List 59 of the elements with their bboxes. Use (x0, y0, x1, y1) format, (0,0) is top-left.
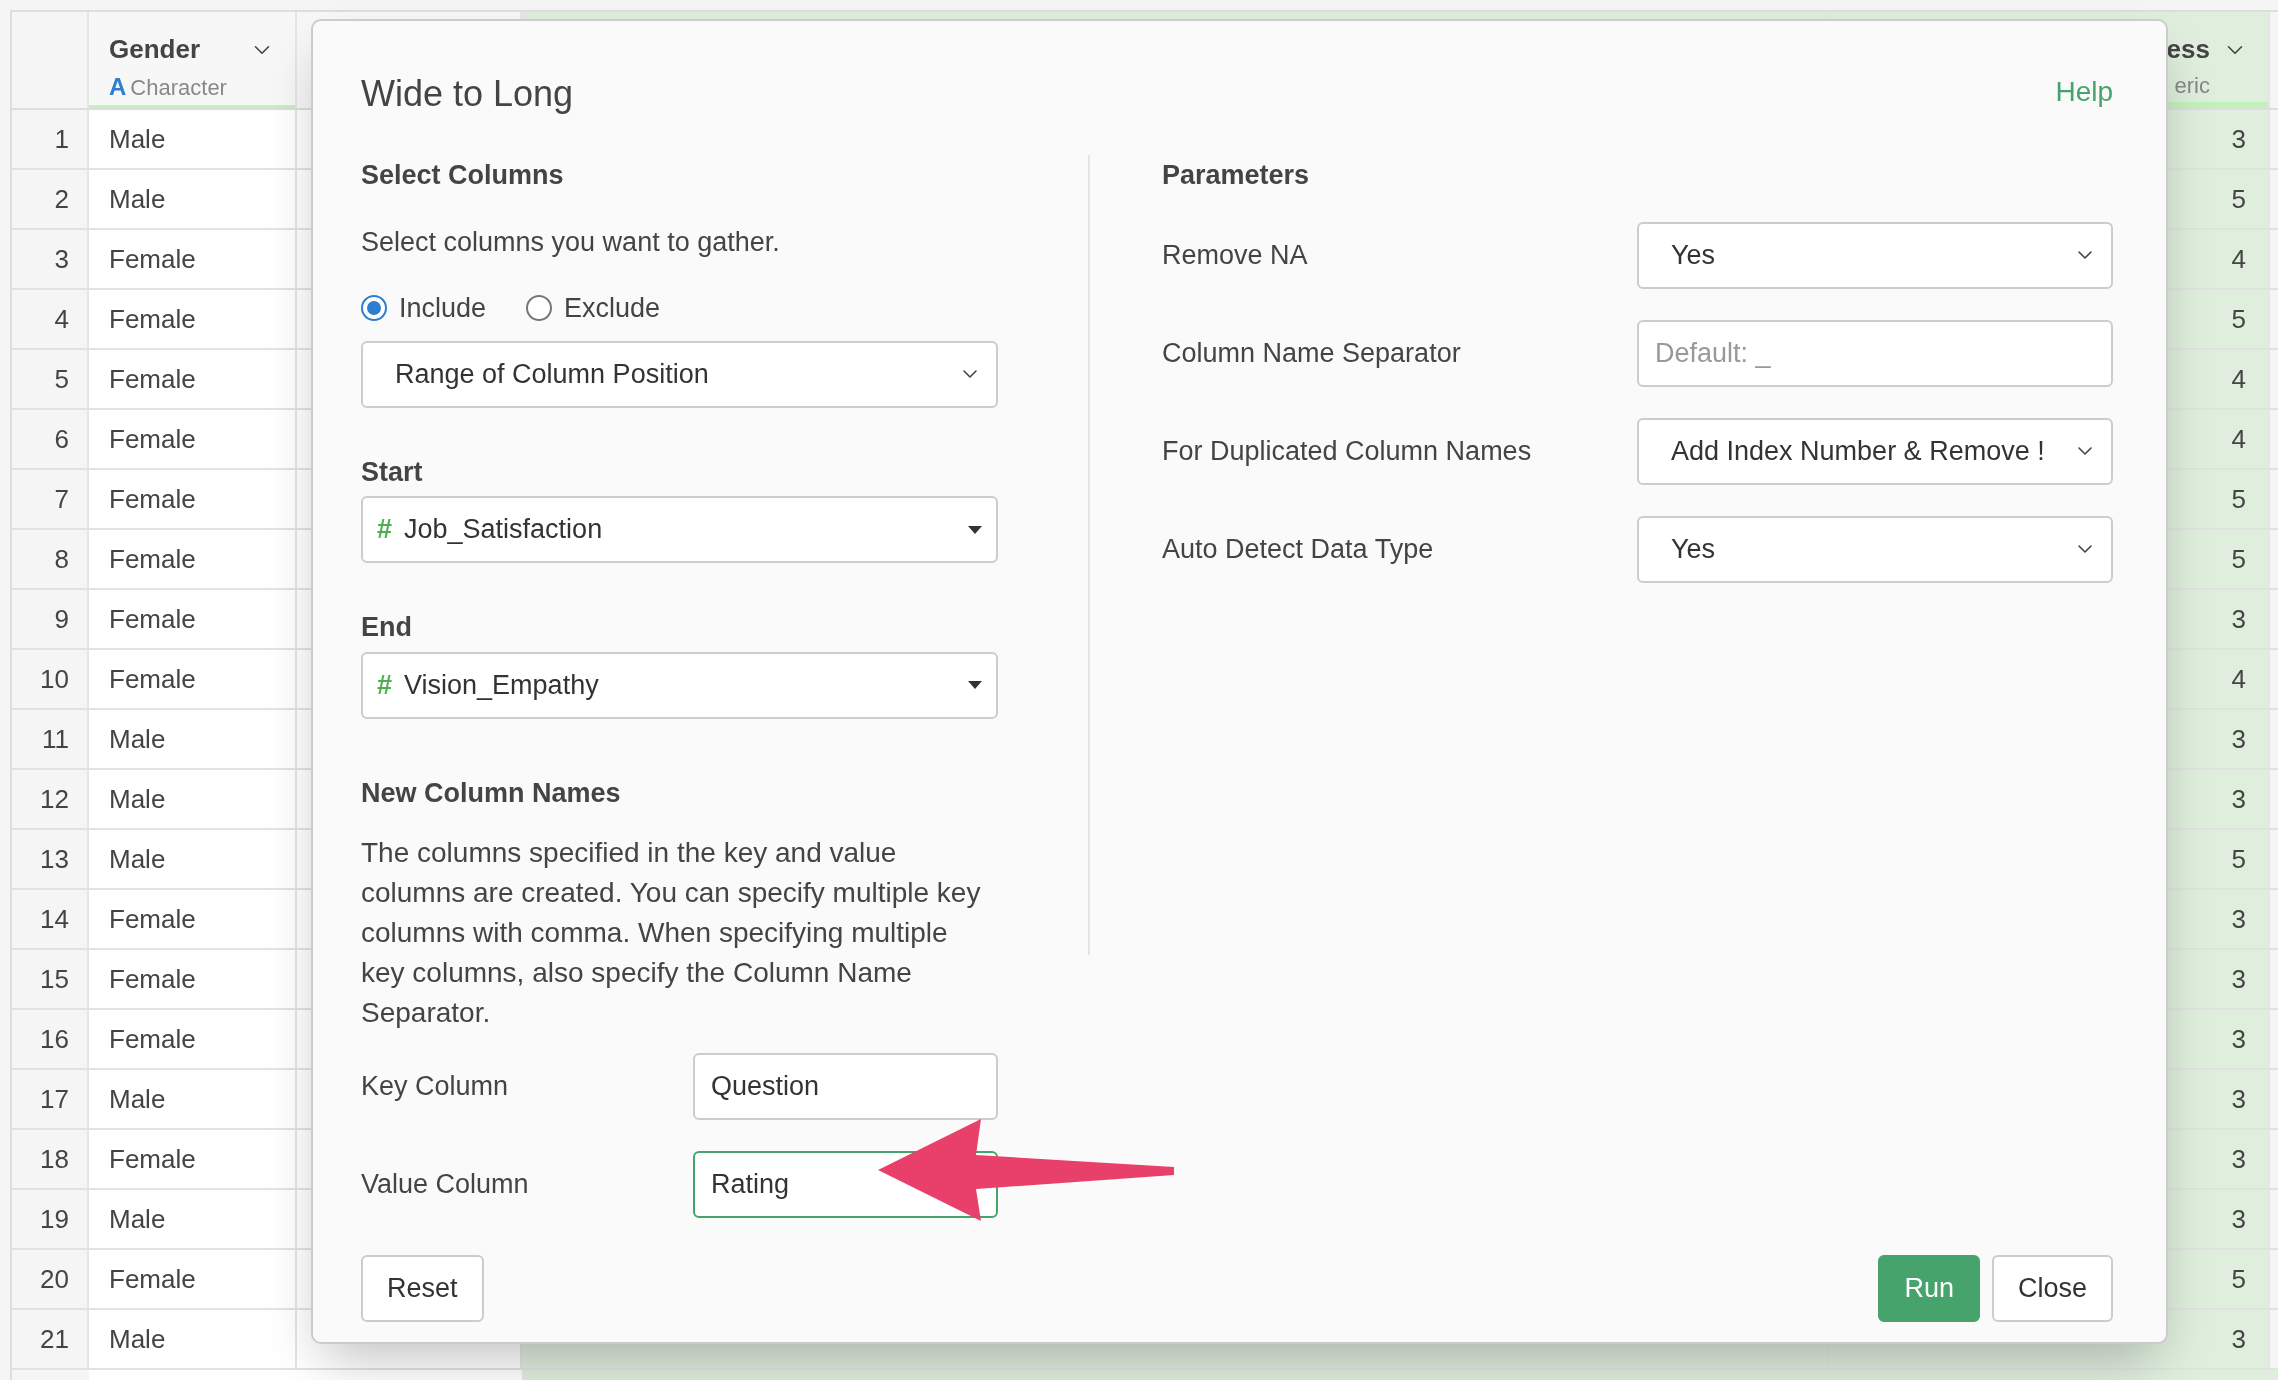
dialog-title: Wide to Long (361, 72, 574, 116)
radio-label[interactable]: Exclude (564, 288, 661, 329)
caret-icon (968, 525, 982, 534)
section-heading: Select Columns (361, 159, 565, 192)
field-label: Key Column (361, 1070, 509, 1104)
table-cell: Female (89, 530, 297, 588)
radio-button[interactable] (361, 295, 387, 322)
dropdown[interactable]: Add Index Number & Remove ! (1637, 417, 2113, 485)
description: The columns specified in the key and value columns are created. You can specify multiple key columns with comma. When specifying multiple key columns, also specify the Column Name Separator. (361, 836, 982, 1030)
dropdown[interactable]: # Job_Satisfaction (361, 496, 998, 563)
field-label: Column Name Separator (1162, 336, 1461, 370)
dropdown[interactable]: Yes (1637, 221, 2113, 289)
description: Select columns you want to gather. (361, 225, 781, 259)
type-icon: A (109, 69, 127, 105)
type-icon: # (377, 664, 393, 706)
table-cell: Female (89, 1250, 297, 1308)
section-heading: New Column Names (361, 776, 622, 810)
table-cell: Male (89, 710, 297, 768)
dropdown[interactable]: Range of Column Position (361, 340, 998, 408)
table-cell: Male (89, 770, 297, 828)
table-cell: Female (89, 650, 297, 708)
table-cell: Female (89, 410, 297, 468)
field-label: Value Column (361, 1168, 529, 1202)
table-cell: Male (89, 1190, 297, 1248)
type-icon: # (377, 509, 393, 550)
table-cell: Female (89, 890, 297, 948)
column-type: Character (130, 73, 227, 102)
table-cell: Male (89, 110, 297, 168)
radio-label[interactable]: Include (399, 288, 487, 329)
caret-icon (968, 681, 982, 689)
table-cell: Female (89, 350, 297, 408)
field-label: Remove NA (1162, 238, 1308, 272)
column-type: eric (2174, 72, 2210, 100)
text-field[interactable]: Question (693, 1053, 998, 1120)
dropdown[interactable]: # Vision_Empathy (361, 651, 998, 719)
text-field[interactable]: Default: _ (1637, 319, 2113, 387)
table-cell: Male (89, 830, 297, 888)
table-cell: Male (89, 170, 297, 228)
radio-button[interactable] (526, 295, 553, 322)
table-cell: Female (89, 470, 297, 528)
dialog-button[interactable]: Close (1991, 1255, 2113, 1322)
field-label: Auto Detect Data Type (1162, 532, 1434, 566)
arrow-icon (876, 1117, 1176, 1223)
dialog-button[interactable]: Reset (361, 1255, 484, 1322)
dropdown[interactable]: Yes (1637, 515, 2113, 583)
table-cell: Female (89, 290, 297, 348)
column-header[interactable]: ess (2166, 30, 2210, 69)
table-cell: Male (89, 1310, 297, 1368)
section-heading: Parameters (1162, 159, 1311, 192)
table-cell: Male (89, 1070, 297, 1128)
table-cell: Female (89, 1130, 297, 1188)
field-label: For Duplicated Column Names (1162, 434, 1532, 468)
table-cell: Female (89, 950, 297, 1008)
field-label: Start (361, 455, 424, 489)
field-label: End (361, 611, 413, 644)
table-cell: Female (89, 1010, 297, 1068)
column-header[interactable]: Gender (109, 30, 201, 69)
table-cell: Female (89, 590, 297, 648)
table-cell: Female (89, 230, 297, 288)
